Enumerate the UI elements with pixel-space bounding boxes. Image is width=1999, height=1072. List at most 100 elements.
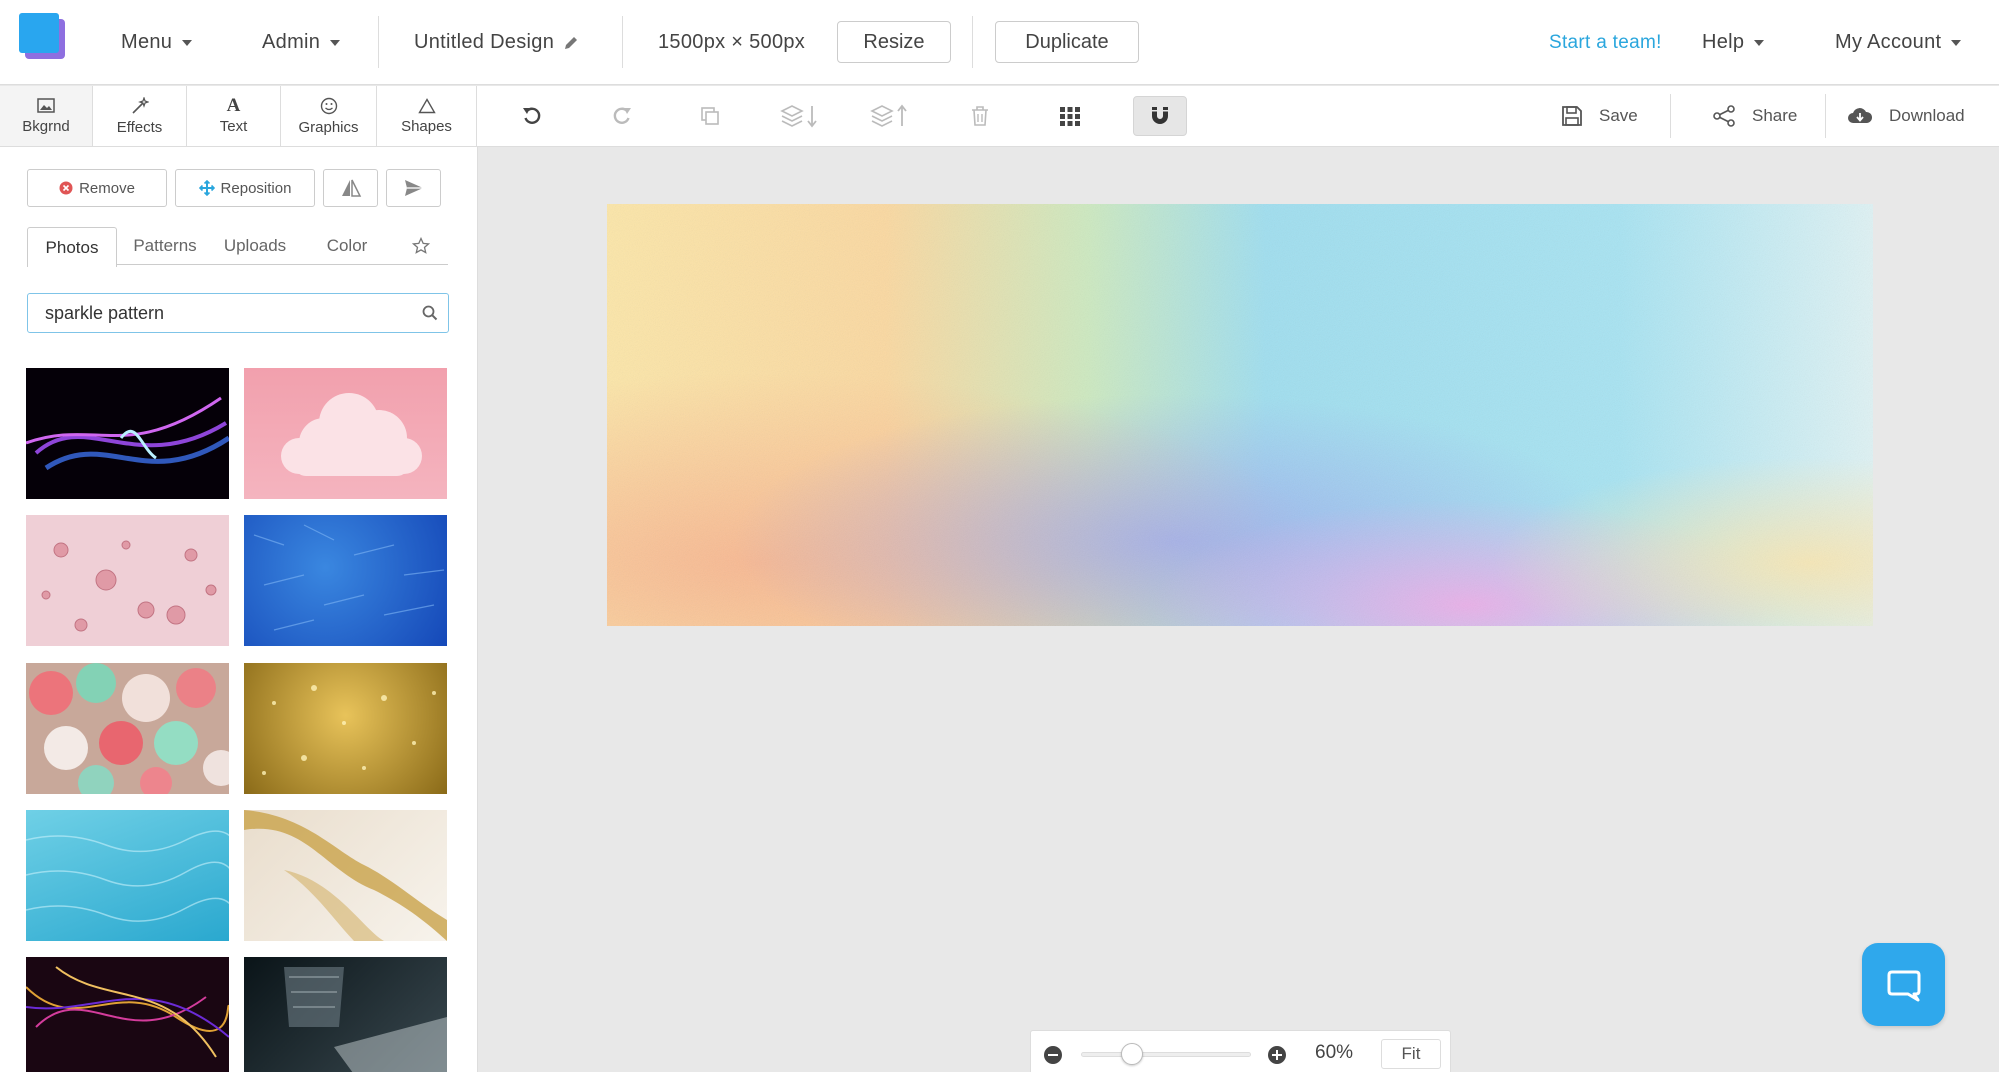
flip-button[interactable]: [323, 169, 378, 207]
undo-icon: [523, 107, 541, 124]
layer-up-button[interactable]: [863, 96, 917, 136]
save-label: Save: [1599, 106, 1638, 125]
divider: [1670, 94, 1671, 138]
top-bar: Menu Admin Untitled Design 1500px × 500p…: [0, 0, 1999, 85]
photo-thumbnail[interactable]: [244, 957, 447, 1072]
grid-icon: [1060, 107, 1080, 126]
save-icon: [1562, 106, 1582, 126]
save-button[interactable]: Save: [1561, 86, 1638, 146]
support-chat-button[interactable]: [1862, 943, 1945, 1026]
admin-dropdown[interactable]: Admin: [262, 0, 341, 85]
photo-thumbnail[interactable]: [244, 810, 447, 941]
help-dropdown[interactable]: Help: [1702, 0, 1765, 85]
tab-shapes[interactable]: Shapes: [377, 86, 477, 146]
pastel-gradient-background: [607, 204, 1873, 626]
send-icon: [404, 180, 423, 196]
dimensions-label: 1500px × 500px: [658, 31, 806, 53]
pencil-icon: [565, 36, 578, 49]
undo-button[interactable]: [505, 96, 559, 136]
layer-up-icon: [870, 104, 907, 127]
pastel-bokeh-image: [29, 663, 229, 794]
move-icon: [198, 180, 215, 196]
remove-button[interactable]: Remove: [27, 169, 167, 207]
flip-icon: [341, 179, 361, 197]
account-label: My Account: [1835, 31, 1942, 53]
account-dropdown[interactable]: My Account: [1835, 0, 1962, 85]
layer-down-button[interactable]: [773, 96, 827, 136]
reposition-button[interactable]: Reposition: [175, 169, 315, 207]
fit-button[interactable]: Fit: [1381, 1039, 1441, 1069]
share-label: Share: [1752, 106, 1798, 125]
zoom-slider-track[interactable]: [1081, 1052, 1251, 1057]
triangle-icon: [417, 97, 436, 113]
photo-thumbnail[interactable]: [26, 810, 229, 941]
duplicate-button[interactable]: Duplicate: [995, 21, 1139, 63]
tab-text[interactable]: A Text: [187, 86, 281, 146]
tab-effects[interactable]: Effects: [93, 86, 187, 146]
search-box: [27, 293, 449, 333]
start-team-link[interactable]: Start a team!: [1549, 0, 1662, 85]
remove-label: Remove: [79, 179, 135, 197]
menu-dropdown[interactable]: Menu: [121, 0, 193, 85]
delete-button[interactable]: [953, 96, 1007, 136]
tab-color[interactable]: Color: [304, 227, 390, 265]
design-title[interactable]: Untitled Design: [414, 0, 580, 85]
toolbar: Bkgrnd Effects A Text Graphics Shapes Sa…: [0, 86, 1999, 147]
chat-bubble-icon: [1887, 970, 1920, 1001]
resize-button[interactable]: Resize: [837, 21, 951, 63]
pink-water-droplets-image: [41, 540, 217, 632]
tab-uploads[interactable]: Uploads: [212, 227, 298, 265]
zoom-bar: 60% Fit: [1030, 1030, 1451, 1072]
zoom-level: 60%: [1315, 1042, 1354, 1063]
background-icon: [37, 97, 55, 113]
photo-thumbnail[interactable]: [26, 515, 229, 646]
tab-background[interactable]: Bkgrnd: [0, 86, 93, 146]
blue-pool-water-image: [26, 830, 229, 922]
tab-background-label: Bkgrnd: [22, 117, 70, 135]
tab-favorites[interactable]: [396, 227, 446, 265]
tab-graphics-label: Graphics: [298, 118, 359, 136]
grid-button[interactable]: [1043, 96, 1097, 136]
smiley-icon: [320, 97, 337, 114]
pink-cloud-image: [281, 393, 422, 476]
tab-patterns[interactable]: Patterns: [122, 227, 208, 265]
photo-thumbnail[interactable]: [26, 368, 229, 499]
download-label: Download: [1889, 106, 1965, 125]
gold-glitter-image: [262, 685, 436, 775]
zoom-slider-handle[interactable]: [1121, 1043, 1143, 1065]
photo-thumbnail[interactable]: [244, 663, 447, 794]
tab-effects-label: Effects: [116, 118, 163, 136]
design-title-label: Untitled Design: [414, 31, 555, 53]
share-button[interactable]: Share: [1712, 86, 1797, 146]
redo-icon: [613, 107, 631, 124]
neon-light-trails-image: [26, 966, 229, 1058]
tab-graphics[interactable]: Graphics: [281, 86, 377, 146]
caret-down-icon: [1754, 39, 1765, 46]
tab-photos[interactable]: Photos: [27, 227, 117, 267]
design-canvas[interactable]: [607, 204, 1873, 626]
redo-button[interactable]: [595, 96, 649, 136]
divider: [972, 16, 973, 68]
search-input[interactable]: [28, 294, 408, 332]
app-logo[interactable]: [19, 13, 65, 59]
photo-thumbnail[interactable]: [244, 515, 447, 646]
download-button[interactable]: Download: [1847, 86, 1965, 146]
snap-toggle-button[interactable]: [1133, 96, 1187, 136]
copy-button[interactable]: [683, 96, 737, 136]
background-panel: Remove Reposition Photos Patterns Upload…: [0, 147, 478, 1072]
caret-down-icon: [330, 39, 341, 46]
reposition-label: Reposition: [220, 179, 292, 197]
caret-down-icon: [182, 39, 193, 46]
photo-thumbnail[interactable]: [26, 957, 229, 1072]
photo-thumbnail[interactable]: [244, 368, 447, 499]
photo-thumbnail[interactable]: [26, 663, 229, 794]
neon-light-streaks-image: [26, 396, 229, 471]
canvas-area: [478, 147, 1999, 1072]
search-icon[interactable]: [422, 305, 438, 321]
zoom-out-icon[interactable]: [1043, 1045, 1063, 1065]
cloud-download-icon: [1848, 108, 1873, 123]
zoom-in-icon[interactable]: [1267, 1045, 1287, 1065]
tab-text-label: Text: [219, 118, 248, 135]
trash-icon: [972, 106, 988, 126]
send-button[interactable]: [386, 169, 441, 207]
